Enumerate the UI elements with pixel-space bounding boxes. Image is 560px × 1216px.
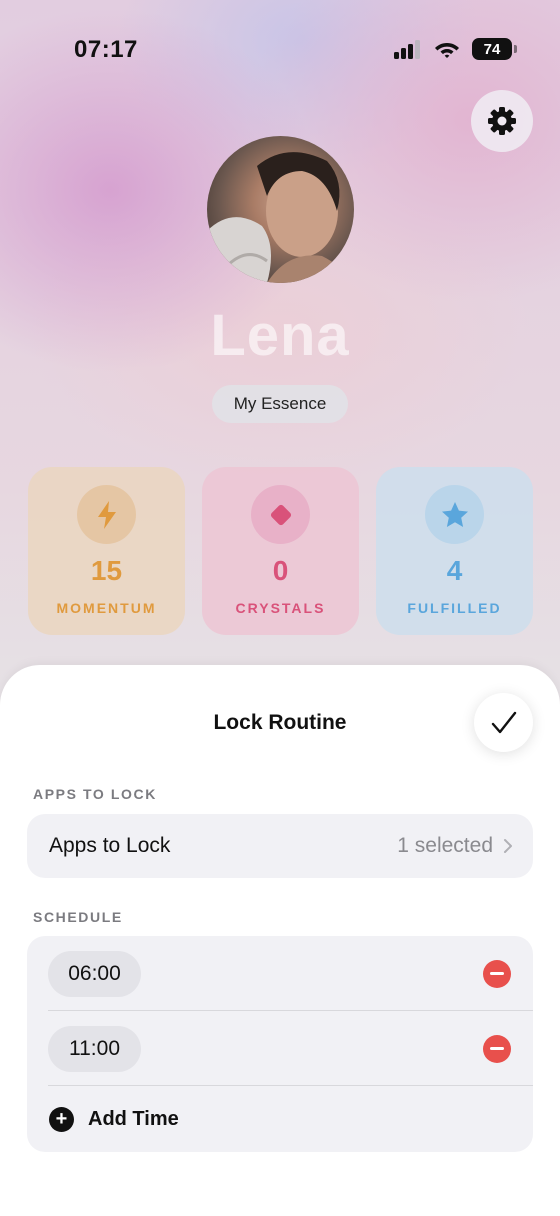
apps-group: Apps to Lock 1 selected bbox=[27, 814, 533, 878]
remove-time-button[interactable] bbox=[483, 1034, 511, 1063]
remove-time-button[interactable] bbox=[483, 959, 511, 988]
lock-routine-sheet: Lock Routine APPS TO LOCK Apps to Lock 1… bbox=[0, 665, 560, 1216]
stat-icon-circle bbox=[77, 485, 136, 544]
apps-selected-text: 1 selected bbox=[397, 834, 493, 857]
apps-selected-value: 1 selected bbox=[397, 834, 513, 858]
star-icon bbox=[441, 501, 468, 527]
battery-icon: 74 bbox=[472, 38, 517, 60]
status-icons: 74 bbox=[394, 38, 517, 60]
stat-card-crystals[interactable]: 0 CRYSTALS bbox=[202, 467, 359, 635]
signal-icon bbox=[394, 40, 420, 59]
stat-label: MOMENTUM bbox=[56, 600, 157, 616]
stat-icon-circle bbox=[251, 485, 310, 544]
stat-icon-circle bbox=[425, 485, 484, 544]
lightning-icon bbox=[97, 500, 116, 529]
stat-value: 15 bbox=[90, 555, 123, 586]
time-picker[interactable]: 06:00 bbox=[48, 950, 141, 997]
stat-label: CRYSTALS bbox=[235, 600, 326, 616]
confirm-button[interactable] bbox=[474, 693, 533, 752]
diamond-icon bbox=[270, 504, 291, 525]
apps-to-lock-label: Apps to Lock bbox=[49, 834, 171, 857]
apps-section-header: APPS TO LOCK bbox=[33, 786, 157, 802]
stat-card-fulfilled[interactable]: 4 FULFILLED bbox=[376, 467, 533, 635]
schedule-time-row: 06:00 bbox=[27, 936, 533, 1011]
checkmark-icon bbox=[491, 711, 516, 733]
wifi-icon bbox=[435, 43, 459, 58]
stat-value: 4 bbox=[446, 555, 463, 586]
my-essence-button[interactable]: My Essence bbox=[212, 385, 348, 423]
schedule-time-row: 11:00 bbox=[27, 1011, 533, 1086]
profile-name: Lena bbox=[210, 303, 350, 368]
stat-label: FULFILLED bbox=[407, 600, 502, 616]
divider bbox=[48, 1085, 533, 1086]
stat-card-momentum[interactable]: 15 MOMENTUM bbox=[28, 467, 185, 635]
time-picker[interactable]: 11:00 bbox=[48, 1025, 141, 1072]
minus-icon bbox=[490, 1047, 504, 1050]
gear-icon bbox=[488, 107, 516, 135]
minus-icon bbox=[490, 972, 504, 975]
plus-circle-icon: + bbox=[49, 1106, 74, 1132]
add-time-label: Add Time bbox=[88, 1107, 179, 1130]
avatar[interactable] bbox=[207, 136, 354, 283]
chevron-right-icon bbox=[504, 839, 512, 853]
stat-value: 0 bbox=[272, 555, 289, 586]
status-time: 07:17 bbox=[74, 36, 138, 63]
avatar-photo bbox=[207, 152, 354, 283]
battery-level: 74 bbox=[483, 40, 501, 58]
schedule-section-header: SCHEDULE bbox=[33, 909, 123, 925]
apps-to-lock-row[interactable]: Apps to Lock 1 selected bbox=[27, 814, 533, 878]
settings-button[interactable] bbox=[471, 90, 533, 152]
add-time-button[interactable]: + Add Time bbox=[27, 1086, 533, 1152]
schedule-group: 06:00 11:00 + Add Time bbox=[27, 936, 533, 1152]
